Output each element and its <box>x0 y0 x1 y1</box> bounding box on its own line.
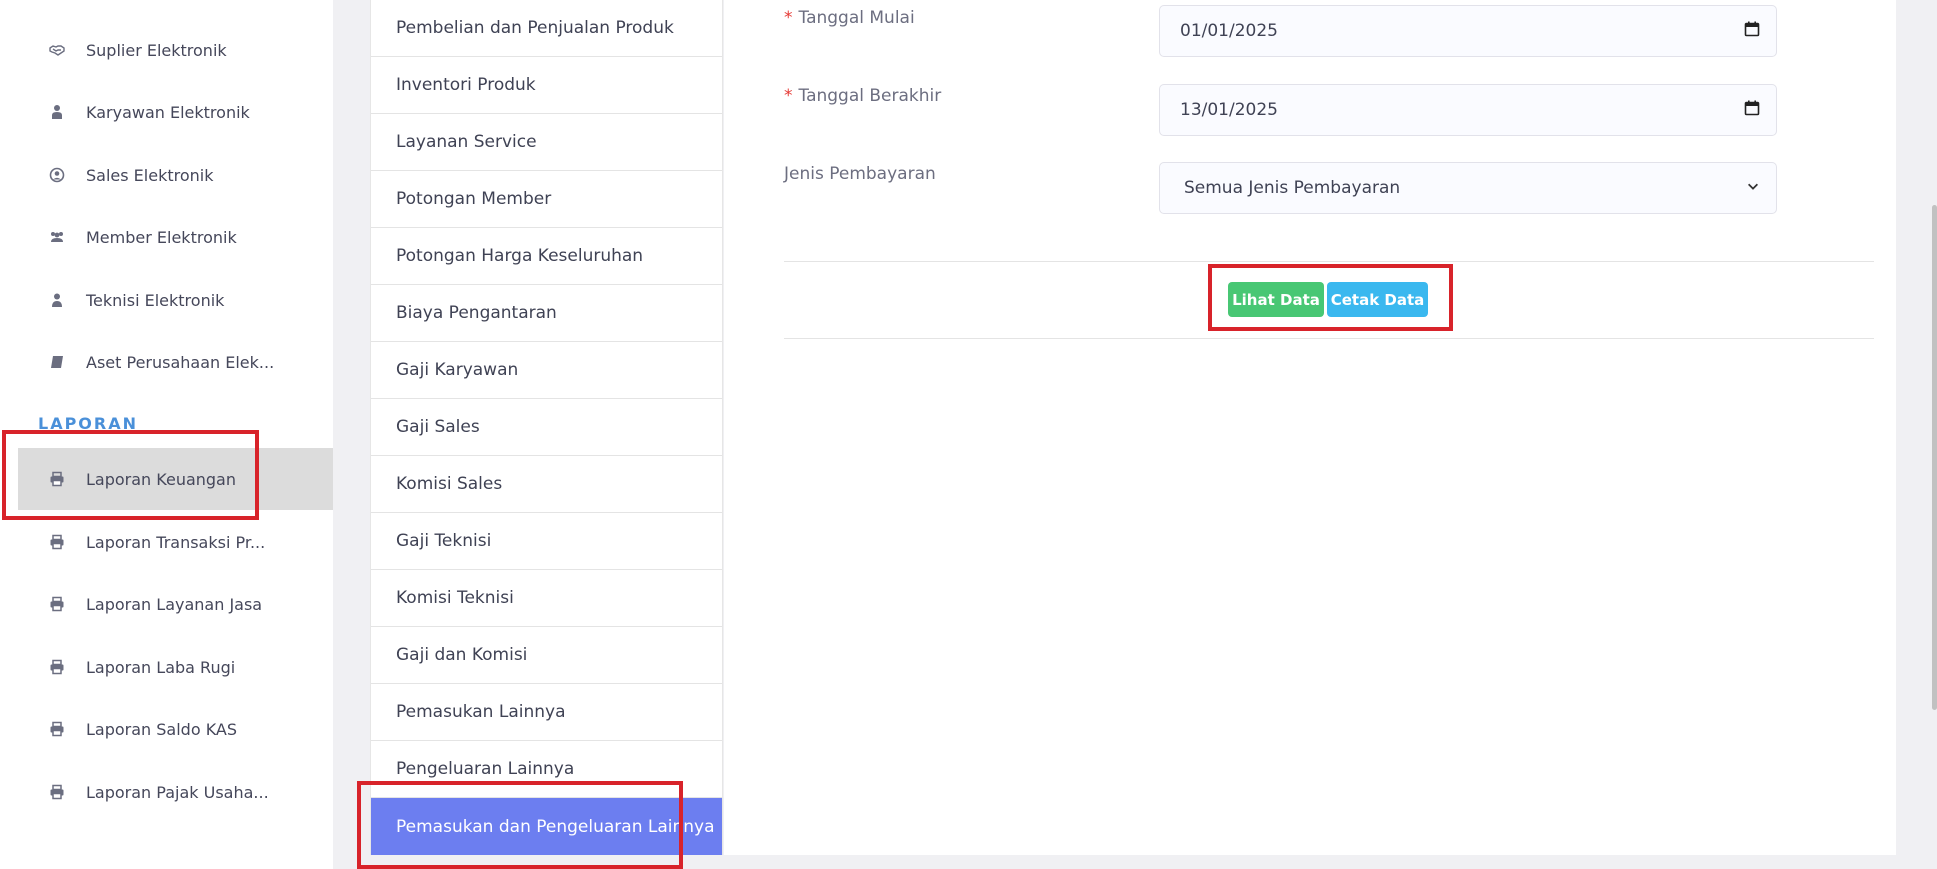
sidebar-item-suplier[interactable]: Suplier Elektronik <box>18 19 333 81</box>
report-type-item[interactable]: Inventori Produk <box>371 57 722 114</box>
print-icon <box>48 533 66 551</box>
start-date-label: * Tanggal Mulai <box>784 8 915 28</box>
required-mark: * <box>784 8 793 28</box>
print-icon <box>48 470 66 488</box>
sidebar-item-aset[interactable]: Aset Perusahaan Elek... <box>18 331 333 393</box>
chevron-down-icon <box>1746 178 1760 198</box>
end-date-input[interactable]: 13/01/2025 <box>1159 84 1777 136</box>
start-date-input[interactable]: 01/01/2025 <box>1159 5 1777 57</box>
print-icon <box>48 783 66 801</box>
end-date-label: * Tanggal Berakhir <box>784 86 942 106</box>
sidebar-item-label: Laporan Laba Rugi <box>86 657 236 677</box>
sidebar-item-laporan-transaksi[interactable]: Laporan Transaksi Pr... <box>18 511 333 573</box>
scrollbar-thumb[interactable] <box>1932 205 1937 710</box>
print-icon <box>48 658 66 676</box>
sidebar-item-laporan-laba-rugi[interactable]: Laporan Laba Rugi <box>18 636 333 698</box>
sidebar-item-laporan-pajak[interactable]: Laporan Pajak Usaha... <box>18 761 333 823</box>
user-icon <box>48 291 66 309</box>
sidebar-item-label: Karyawan Elektronik <box>86 102 250 122</box>
report-type-item[interactable]: Pembelian dan Penjualan Produk <box>371 0 722 57</box>
sidebar-item-laporan-keuangan[interactable]: Laporan Keuangan <box>18 448 333 510</box>
sidebar-section-title: LAPORAN <box>38 414 138 433</box>
sidebar-item-label: Aset Perusahaan Elek... <box>86 352 275 372</box>
report-type-list: Pembelian dan Penjualan Produk Inventori… <box>370 0 723 855</box>
calendar-icon[interactable] <box>1744 100 1760 121</box>
report-type-item[interactable]: Gaji Sales <box>371 399 722 456</box>
divider <box>784 338 1874 339</box>
users-icon <box>48 228 66 246</box>
calendar-icon[interactable] <box>1744 21 1760 42</box>
sidebar-item-label: Sales Elektronik <box>86 165 214 185</box>
report-type-item-active[interactable]: Pemasukan dan Pengeluaran Lainnya <box>371 798 722 855</box>
report-type-item[interactable]: Layanan Service <box>371 114 722 171</box>
sidebar-item-laporan-layanan[interactable]: Laporan Layanan Jasa <box>18 573 333 635</box>
report-type-item[interactable]: Gaji Karyawan <box>371 342 722 399</box>
sidebar-item-label: Laporan Pajak Usaha... <box>86 782 269 802</box>
print-data-button[interactable]: Cetak Data <box>1327 282 1428 317</box>
report-type-item[interactable]: Pengeluaran Lainnya <box>371 741 722 798</box>
sidebar-item-label: Laporan Layanan Jasa <box>86 594 263 614</box>
sidebar-item-label: Member Elektronik <box>86 227 237 247</box>
sidebar-item-label: Suplier Elektronik <box>86 40 227 60</box>
report-type-item[interactable]: Potongan Member <box>371 171 722 228</box>
handshake-icon <box>48 41 66 59</box>
payment-type-label: Jenis Pembayaran <box>784 164 936 184</box>
required-mark: * <box>784 86 793 106</box>
view-data-button[interactable]: Lihat Data <box>1228 282 1324 317</box>
report-type-item[interactable]: Gaji Teknisi <box>371 513 722 570</box>
sidebar-item-teknisi[interactable]: Teknisi Elektronik <box>18 269 333 331</box>
report-filter-panel: * Tanggal Mulai 01/01/2025 * Tanggal Berak… <box>724 0 1896 855</box>
sidebar-item-label: Laporan Transaksi Pr... <box>86 532 266 552</box>
report-type-item[interactable]: Pemasukan Lainnya <box>371 684 722 741</box>
report-type-item[interactable]: Potongan Harga Keseluruhan <box>371 228 722 285</box>
user-tie-icon <box>48 103 66 121</box>
book-icon <box>48 353 66 371</box>
sidebar-item-sales[interactable]: Sales Elektronik <box>18 144 333 206</box>
sidebar: Suplier Elektronik Karyawan Elektronik S… <box>0 0 333 869</box>
sidebar-item-laporan-saldo[interactable]: Laporan Saldo KAS <box>18 698 333 760</box>
print-icon <box>48 720 66 738</box>
report-type-item[interactable]: Gaji dan Komisi <box>371 627 722 684</box>
user-circle-icon <box>48 166 66 184</box>
report-type-item[interactable]: Komisi Teknisi <box>371 570 722 627</box>
divider <box>784 261 1874 262</box>
sidebar-item-label: Laporan Keuangan <box>86 469 236 489</box>
payment-type-select[interactable]: Semua Jenis Pembayaran <box>1159 162 1777 214</box>
sidebar-item-karyawan[interactable]: Karyawan Elektronik <box>18 81 333 143</box>
report-type-item[interactable]: Komisi Sales <box>371 456 722 513</box>
print-icon <box>48 595 66 613</box>
sidebar-item-label: Laporan Saldo KAS <box>86 719 238 739</box>
sidebar-item-label: Teknisi Elektronik <box>86 290 225 310</box>
report-type-item[interactable]: Biaya Pengantaran <box>371 285 722 342</box>
sidebar-item-member[interactable]: Member Elektronik <box>18 206 333 268</box>
